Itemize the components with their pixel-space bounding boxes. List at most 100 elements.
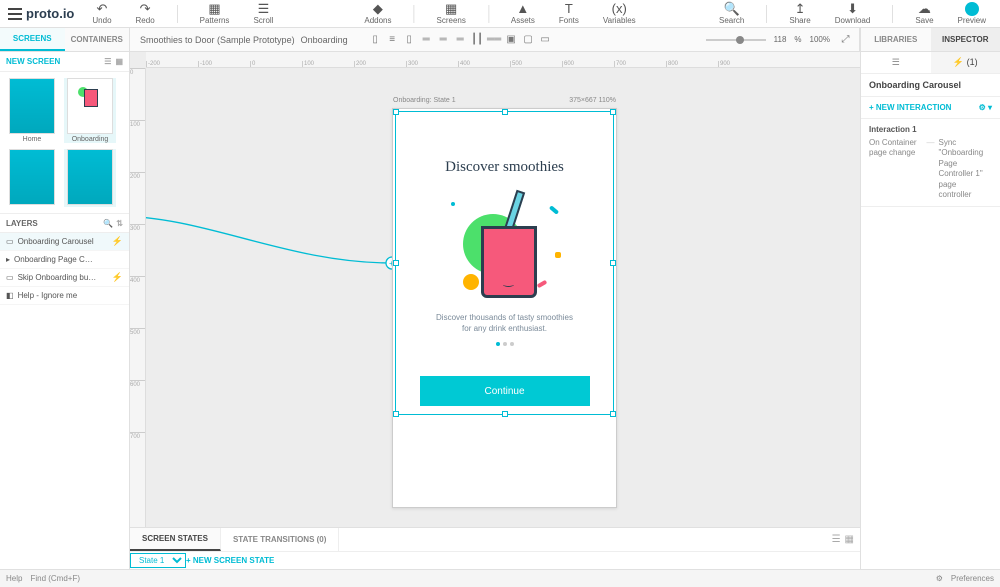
button-icon: ▭ bbox=[6, 273, 14, 282]
state-select[interactable]: State 1 bbox=[130, 553, 186, 568]
app-logo[interactable]: proto.io bbox=[8, 6, 74, 21]
slide-description: Discover thousands of tasty smoothies fo… bbox=[436, 312, 573, 334]
grid-view-icon[interactable]: ▦ bbox=[845, 534, 854, 545]
download-button[interactable]: ⬇Download bbox=[829, 0, 877, 27]
containers-tab[interactable]: CONTAINERS bbox=[65, 28, 130, 51]
canvas-area: -200-1000100200300400500600700800900 010… bbox=[130, 52, 860, 545]
page-dots[interactable] bbox=[496, 342, 514, 346]
chevron-icon: ▸ bbox=[6, 255, 10, 264]
slide-title: Discover smoothies bbox=[445, 159, 564, 176]
inspector-properties-tab[interactable]: ☰ bbox=[861, 52, 931, 73]
screen-thumb-3[interactable] bbox=[6, 149, 58, 207]
alignment-toolbar: ▯ ≡ ▯ ═ ═ ═ ┃┃ ══ ▣ ▢ ▭ bbox=[358, 28, 563, 51]
inspector-panel: ☰ ⚡ (1) Onboarding Carousel + NEW INTERA… bbox=[860, 52, 1000, 569]
libraries-tab[interactable]: LIBRARIES bbox=[861, 28, 931, 51]
zoom-controls: 118 % 100% ⤢ bbox=[706, 28, 860, 51]
scroll-button[interactable]: ☰Scroll bbox=[247, 0, 279, 27]
ruler-vertical[interactable]: 0100200300400500600700 bbox=[130, 68, 146, 545]
screens-button[interactable]: ▦Screens bbox=[430, 0, 471, 27]
group-icon[interactable]: ▭ bbox=[538, 32, 553, 47]
status-bar: Help Find (Cmd+F) ⚙ Preferences bbox=[0, 569, 1000, 587]
screen-thumb-home[interactable]: Home bbox=[6, 78, 58, 143]
preferences-link[interactable]: Preferences bbox=[951, 574, 994, 583]
settings-icon[interactable]: ⚙ bbox=[936, 574, 943, 583]
interaction-trigger: On Containerpage change bbox=[869, 138, 923, 200]
inspector-interactions-tab[interactable]: ⚡ (1) bbox=[931, 52, 1000, 73]
interaction-options-icon[interactable]: ⚙ ▾ bbox=[979, 103, 992, 112]
bring-front-icon[interactable]: ▣ bbox=[504, 32, 519, 47]
redo-button[interactable]: ↷Redo bbox=[130, 0, 161, 27]
breadcrumb-root[interactable]: Smoothies to Door (Sample Prototype) bbox=[140, 35, 295, 45]
save-button[interactable]: ☁Save bbox=[909, 0, 939, 27]
layers-header: LAYERS 🔍⇅ bbox=[0, 213, 129, 233]
screens-list: Home Onboarding bbox=[0, 72, 129, 213]
layer-page-controller[interactable]: ▸Onboarding Page C… bbox=[0, 251, 129, 269]
filter-icon[interactable]: ⇅ bbox=[116, 219, 123, 228]
state-label: Onboarding: State 1 bbox=[393, 97, 456, 104]
send-back-icon[interactable]: ▢ bbox=[521, 32, 536, 47]
variables-button[interactable]: (x)Variables bbox=[597, 0, 642, 27]
zoom-reset-icon[interactable]: ⤢ bbox=[838, 32, 853, 47]
align-bottom-icon[interactable]: ═ bbox=[453, 32, 468, 47]
help-link[interactable]: Help bbox=[6, 574, 22, 583]
logo-text: proto.io bbox=[26, 6, 74, 21]
align-center-h-icon[interactable]: ≡ bbox=[385, 32, 400, 47]
inspector-tab[interactable]: INSPECTOR bbox=[931, 28, 1000, 51]
new-screen-state-button[interactable]: + NEW SCREEN STATE bbox=[186, 556, 274, 565]
new-interaction-button[interactable]: + NEW INTERACTION ⚙ ▾ bbox=[861, 97, 1000, 119]
zoom-fit[interactable]: 100% bbox=[810, 35, 830, 44]
share-button[interactable]: ↥Share bbox=[783, 0, 816, 27]
screen-thumb-onboarding[interactable]: Onboarding bbox=[64, 78, 116, 143]
text-icon: ◧ bbox=[6, 291, 14, 300]
list-view-icon[interactable]: ☰ bbox=[832, 534, 841, 545]
align-center-v-icon[interactable]: ═ bbox=[436, 32, 451, 47]
grid-view-icon[interactable]: ▦ bbox=[115, 57, 123, 66]
distribute-v-icon[interactable]: ══ bbox=[487, 32, 502, 47]
artboard-content: Discover smoothies ‿ Discover thousands … bbox=[393, 109, 616, 507]
interaction-item[interactable]: Interaction 1 On Containerpage change — … bbox=[861, 119, 1000, 207]
ruler-horizontal[interactable]: -200-1000100200300400500600700800900 bbox=[146, 52, 860, 68]
distribute-h-icon[interactable]: ┃┃ bbox=[470, 32, 485, 47]
artboard-dimensions: 375×667 110% bbox=[569, 97, 616, 104]
artboard[interactable]: Onboarding: State 1375×667 110% Discover… bbox=[392, 108, 617, 508]
patterns-button[interactable]: ▦Patterns bbox=[194, 0, 236, 27]
undo-button[interactable]: ↶Undo bbox=[86, 0, 117, 27]
bottom-bar: SCREEN STATES STATE TRANSITIONS (0) ☰ ▦ bbox=[130, 527, 860, 551]
preview-button[interactable]: Preview bbox=[952, 0, 992, 27]
align-right-icon[interactable]: ▯ bbox=[402, 32, 417, 47]
continue-button[interactable]: Continue bbox=[420, 376, 590, 406]
selection-title: Onboarding Carousel bbox=[861, 74, 1000, 97]
state-row: State 1 + NEW SCREEN STATE bbox=[130, 551, 860, 569]
canvas[interactable]: + Onboarding: State 1375×667 110% Discov… bbox=[146, 68, 860, 545]
fonts-button[interactable]: TFonts bbox=[553, 0, 585, 27]
align-left-icon[interactable]: ▯ bbox=[368, 32, 383, 47]
container-icon: ▭ bbox=[6, 237, 14, 246]
layer-skip-button[interactable]: ▭Skip Onboarding bu…⚡ bbox=[0, 269, 129, 287]
zoom-value[interactable]: 118 bbox=[774, 35, 787, 44]
list-view-icon[interactable]: ☰ bbox=[104, 57, 111, 66]
play-icon bbox=[965, 2, 979, 16]
breadcrumb-current[interactable]: Onboarding bbox=[301, 35, 348, 45]
screen-states-tab[interactable]: SCREEN STATES bbox=[130, 528, 221, 551]
menu-icon[interactable] bbox=[8, 8, 22, 20]
state-transitions-tab[interactable]: STATE TRANSITIONS (0) bbox=[221, 528, 339, 551]
layers-list: ▭Onboarding Carousel⚡ ▸Onboarding Page C… bbox=[0, 233, 129, 569]
layer-onboarding-carousel[interactable]: ▭Onboarding Carousel⚡ bbox=[0, 233, 129, 251]
layer-help[interactable]: ◧Help - Ignore me bbox=[0, 287, 129, 305]
find-link[interactable]: Find (Cmd+F) bbox=[30, 574, 80, 583]
left-panel: NEW SCREEN ☰▦ Home Onboarding LAYERS 🔍⇅ … bbox=[0, 52, 130, 569]
screens-tab[interactable]: SCREENS bbox=[0, 28, 65, 51]
assets-button[interactable]: ▲Assets bbox=[505, 0, 541, 27]
screen-thumb-4[interactable] bbox=[64, 149, 116, 207]
addons-button[interactable]: ◆Addons bbox=[358, 0, 397, 27]
search-button[interactable]: 🔍Search bbox=[713, 0, 750, 27]
secondary-toolbar: SCREENS CONTAINERS Smoothies to Door (Sa… bbox=[0, 28, 1000, 52]
search-icon[interactable]: 🔍 bbox=[103, 219, 113, 228]
illustration: ‿ bbox=[445, 192, 565, 312]
top-toolbar: proto.io ↶Undo ↷Redo ▦Patterns ☰Scroll ◆… bbox=[0, 0, 1000, 28]
new-screen-button[interactable]: NEW SCREEN ☰▦ bbox=[0, 52, 129, 72]
bolt-icon: ⚡ bbox=[112, 272, 123, 283]
interaction-action: Sync "Onboarding PageController 1" pagec… bbox=[939, 138, 993, 200]
zoom-slider[interactable] bbox=[706, 39, 766, 41]
align-top-icon[interactable]: ═ bbox=[419, 32, 434, 47]
